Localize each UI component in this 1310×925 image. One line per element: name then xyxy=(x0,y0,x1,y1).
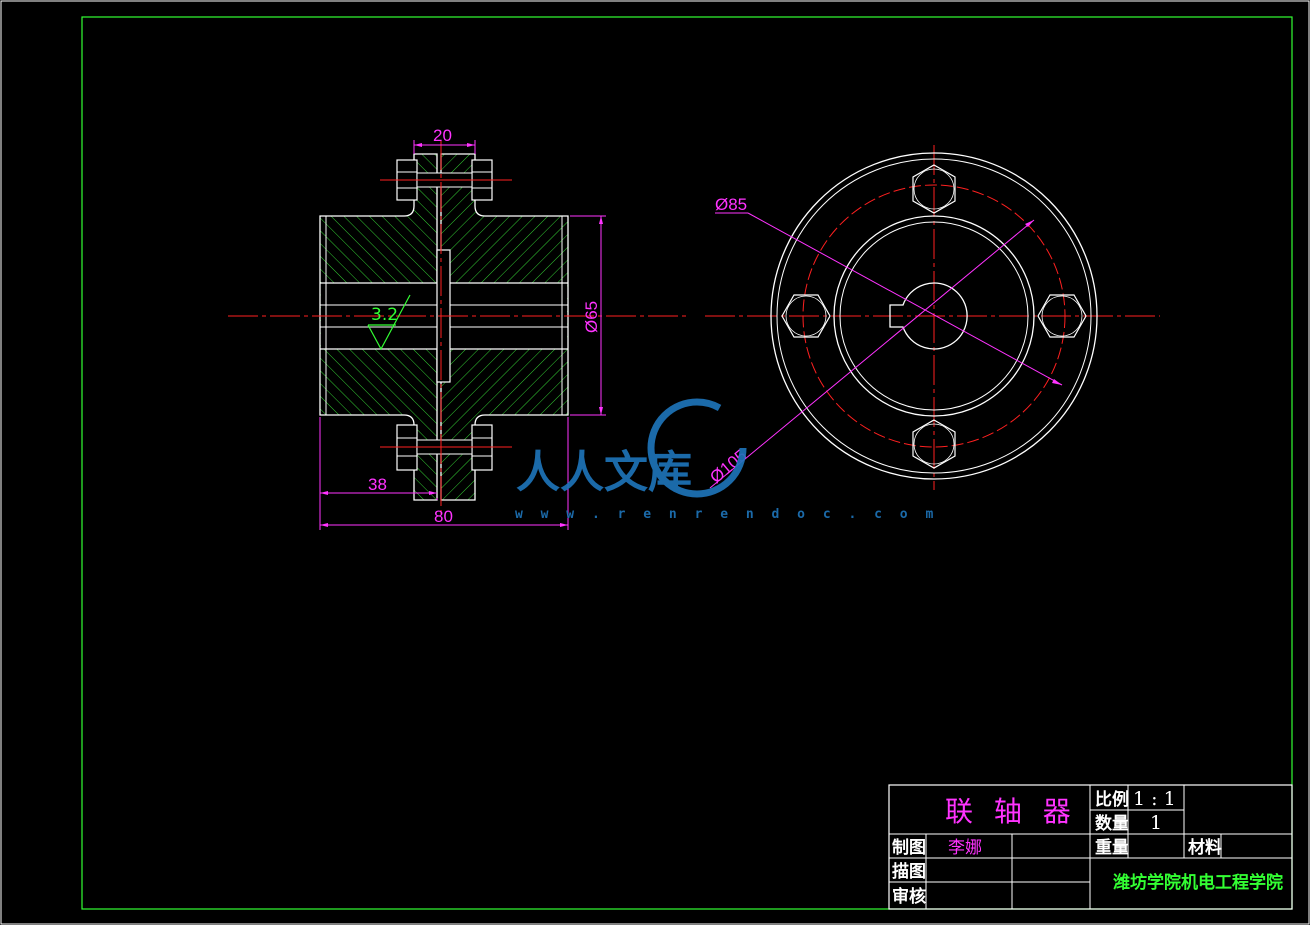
dim-85-label: Ø85 xyxy=(715,195,747,214)
checked-label: 审核 xyxy=(892,886,926,907)
quantity-label: 数量 xyxy=(1095,813,1129,834)
traced-label: 描图 xyxy=(892,861,926,882)
dim-105: Ø105 xyxy=(706,219,1035,489)
scale-value: 1 : 1 xyxy=(1133,788,1176,810)
school-name: 潍坊学院机电工程学院 xyxy=(1113,872,1283,893)
scale-label: 比例 xyxy=(1095,789,1129,810)
dim-65-label: Ø65 xyxy=(582,301,601,333)
weight-label: 重量 xyxy=(1095,837,1129,858)
material-label: 材料 xyxy=(1188,837,1222,858)
drawn-label: 制图 xyxy=(892,837,926,858)
end-view: Ø85 Ø105 xyxy=(705,145,1160,490)
part-name: 联 轴 器 xyxy=(945,795,1077,828)
drawing-canvas: 3.2 20 Ø65 38 80 Ø85 Ø105 人人文库 w w w . r… xyxy=(0,0,1310,925)
dim-85: Ø85 xyxy=(715,195,1063,386)
dim-20-label: 20 xyxy=(433,126,452,145)
roughness-value: 3.2 xyxy=(371,305,398,325)
watermark-text: 人人文库 xyxy=(516,447,692,498)
dim-20: 20 xyxy=(413,126,476,154)
watermark-url: w w w . r e n r e n d o c . c o m xyxy=(515,507,938,522)
title-block: 联 轴 器 比例 1 : 1 数量 1 重量 材料 制图 李娜 描图 审核 潍坊… xyxy=(888,784,1293,910)
drawn-by: 李娜 xyxy=(948,838,982,858)
dim-80-label: 80 xyxy=(434,507,453,526)
dim-38-label: 38 xyxy=(368,475,387,494)
quantity-value: 1 xyxy=(1150,812,1162,834)
